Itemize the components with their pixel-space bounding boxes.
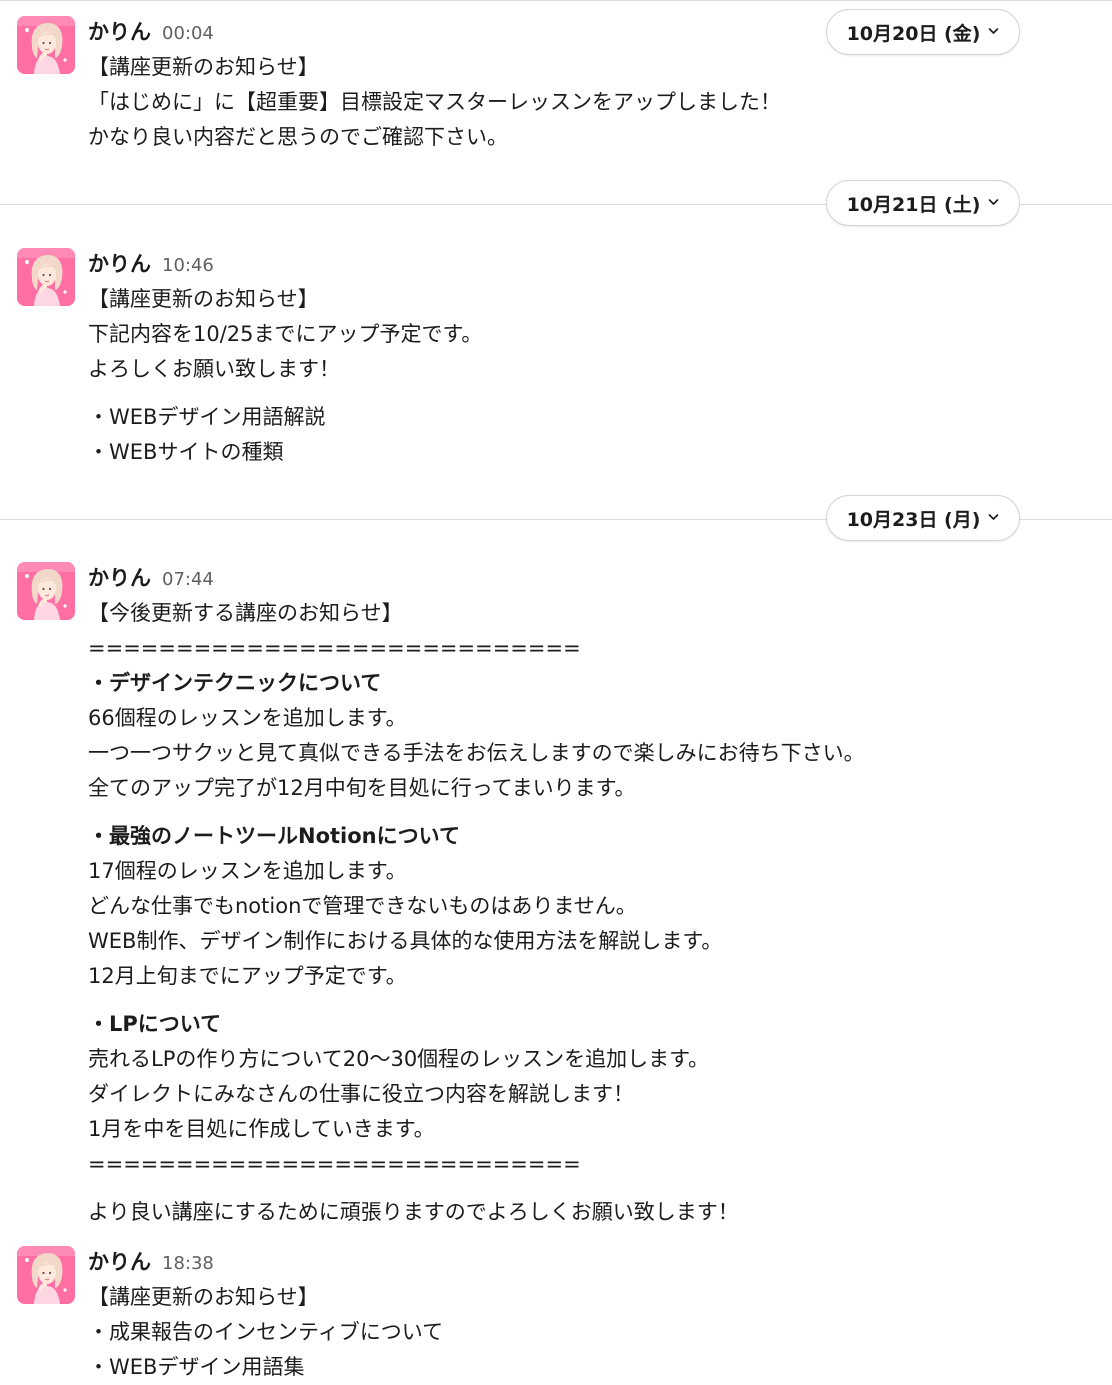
- message-body: 【今後更新する講座のお知らせ】 ========================…: [88, 596, 1078, 1230]
- message-line: 1月を中を目処に作成していきます。: [88, 1117, 435, 1141]
- message-line: ・WEBサイトの種類: [88, 440, 284, 464]
- message-line: かなり良い内容だと思うのでご確認下さい。: [88, 125, 508, 149]
- message-body: 【講座更新のお知らせ】 「はじめに」に【超重要】目標設定マスターレッスンをアップ…: [88, 50, 1078, 155]
- message-line: 66個程のレッスンを追加します。: [88, 706, 407, 730]
- message-line: 【今後更新する講座のお知らせ】: [88, 601, 403, 625]
- chevron-down-icon: [988, 510, 999, 525]
- message-line: 【講座更新のお知らせ】: [88, 1285, 319, 1309]
- message-timestamp[interactable]: 10:46: [162, 255, 214, 276]
- chevron-down-icon: [988, 195, 999, 210]
- author-name[interactable]: かりん: [88, 248, 151, 278]
- message-line: 下記内容を10/25までにアップ予定です。: [88, 322, 483, 346]
- message-line: どんな仕事でもnotionで管理できないものはありません。: [88, 894, 637, 918]
- message-line: 売れるLPの作り方について20〜30個程のレッスンを追加します。: [88, 1047, 710, 1071]
- author-avatar-icon[interactable]: [17, 16, 75, 74]
- message-line: 17個程のレッスンを追加します。: [88, 859, 407, 883]
- message-line: ・WEBデザイン用語解説: [88, 405, 326, 429]
- message-line: WEB制作、デザイン制作における具体的な使用方法を解説します。: [88, 929, 723, 953]
- message-line: 全てのアップ完了が12月中旬を目処に行ってまいります。: [88, 776, 636, 800]
- message-body: 【講座更新のお知らせ】 下記内容を10/25までにアップ予定です。 よろしくお願…: [88, 282, 1078, 470]
- message-line: より良い講座にするために頑張りますのでよろしくお願い致します！: [88, 1200, 739, 1224]
- chevron-down-icon: [988, 24, 999, 39]
- author-name[interactable]: かりん: [88, 16, 151, 46]
- message-timestamp[interactable]: 00:04: [162, 23, 214, 44]
- message-line: ・成果報告のインセンティブについて: [88, 1320, 444, 1344]
- message-line: ダイレクトにみなさんの仕事に役立つ内容を解説します！: [88, 1082, 634, 1106]
- message-separator: ============================: [88, 636, 581, 660]
- message-line: 12月上旬までにアップ予定です。: [88, 964, 407, 988]
- date-label: 10月20日 (金): [846, 22, 981, 45]
- author-name[interactable]: かりん: [88, 1246, 151, 1276]
- message-line: 一つ一つサクッと見て真似できる手法をお伝えしますので楽しみにお待ち下さい。: [88, 741, 865, 765]
- message-line: よろしくお願い致します！: [88, 357, 340, 381]
- author-avatar-icon[interactable]: [17, 1246, 75, 1304]
- date-label: 10月21日 (土): [846, 193, 981, 216]
- date-jump-button[interactable]: 10月23日 (月): [826, 495, 1020, 541]
- message-line: 「はじめに」に【超重要】目標設定マスターレッスンをアップしました！: [88, 90, 781, 114]
- message-line: 【講座更新のお知らせ】: [88, 287, 319, 311]
- top-divider: [0, 0, 1112, 1]
- message-heading: ・LPについて: [88, 1012, 222, 1036]
- date-jump-button[interactable]: 10月20日 (金): [826, 9, 1020, 55]
- message-timestamp[interactable]: 18:38: [162, 1253, 214, 1274]
- message-separator: ============================: [88, 1152, 581, 1176]
- message-heading: ・最強のノートツールNotionについて: [88, 824, 460, 848]
- message-line: 【講座更新のお知らせ】: [88, 55, 319, 79]
- author-name[interactable]: かりん: [88, 562, 151, 592]
- message-body: 【講座更新のお知らせ】 ・成果報告のインセンティブについて ・WEBデザイン用語…: [88, 1280, 1078, 1385]
- author-avatar-icon[interactable]: [17, 562, 75, 620]
- author-avatar-icon[interactable]: [17, 248, 75, 306]
- date-label: 10月23日 (月): [846, 508, 981, 531]
- message-timestamp[interactable]: 07:44: [162, 569, 214, 590]
- message-heading: ・デザインテクニックについて: [88, 671, 382, 695]
- date-jump-button[interactable]: 10月21日 (土): [826, 180, 1020, 226]
